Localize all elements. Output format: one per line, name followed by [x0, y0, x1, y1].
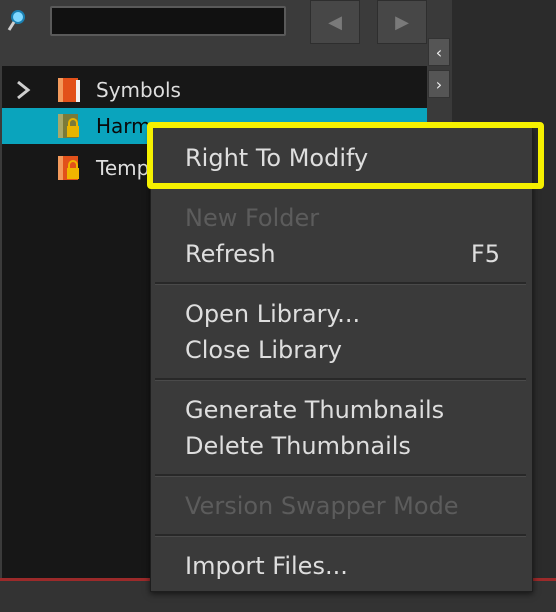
menu-separator	[155, 378, 526, 381]
back-button[interactable]: ◀	[310, 0, 360, 44]
expand-chevron-icon[interactable]	[14, 80, 32, 100]
menu-item-version-swapper-mode: Version Swapper Mode	[185, 492, 459, 520]
menu-item-refresh[interactable]: Refresh	[185, 240, 276, 268]
menu-separator	[155, 534, 526, 537]
chevron-left-icon: ‹	[435, 42, 443, 62]
search-input[interactable]	[50, 6, 286, 36]
menu-item-import-files[interactable]: Import Files...	[185, 552, 348, 580]
locked-library-icon	[58, 156, 79, 180]
collapse-right-button[interactable]: ›	[428, 70, 450, 98]
menu-item-generate-thumbnails[interactable]: Generate Thumbnails	[185, 396, 444, 424]
menu-separator	[155, 282, 526, 285]
menu-separator	[155, 474, 526, 477]
forward-button[interactable]: ▶	[377, 0, 427, 44]
menu-item-close-library[interactable]: Close Library	[185, 336, 342, 364]
refresh-shortcut: F5	[470, 240, 500, 268]
tree-item-label: Temp	[96, 156, 150, 180]
menu-item-new-folder: New Folder	[185, 204, 320, 232]
library-book-icon	[58, 78, 80, 102]
context-menu: Right To Modify New Folder Refresh F5 Op…	[150, 127, 533, 592]
menu-item-delete-thumbnails[interactable]: Delete Thumbnails	[185, 432, 411, 460]
search-icon[interactable]	[6, 8, 28, 34]
collapse-left-button[interactable]: ‹	[428, 38, 450, 66]
forward-arrow-icon: ▶	[395, 11, 409, 33]
menu-item-open-library[interactable]: Open Library...	[185, 300, 360, 328]
highlight-box	[147, 122, 544, 189]
locked-library-icon	[58, 114, 79, 138]
chevron-right-icon: ›	[435, 74, 443, 94]
tree-item-label: Harm	[96, 114, 151, 138]
tree-item-symbols[interactable]: Symbols	[2, 72, 427, 108]
back-arrow-icon: ◀	[328, 11, 342, 33]
library-panel: ◀ ▶ ‹ › Symbols Harm Temp Right To Modif…	[0, 0, 556, 612]
tree-item-label: Symbols	[96, 78, 181, 102]
